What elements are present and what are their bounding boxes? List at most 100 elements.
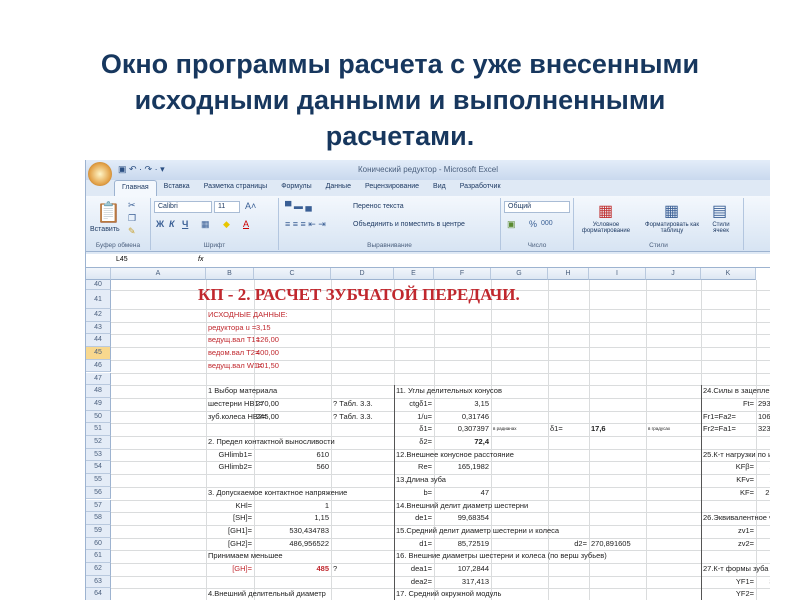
row-header-48[interactable]: 48 [86, 385, 111, 398]
cell[interactable]: 245,00 [254, 411, 281, 423]
cell[interactable]: d1= [394, 538, 434, 550]
cell[interactable]: 101,50 [254, 360, 281, 372]
column-header-I[interactable]: I [589, 268, 646, 280]
thousands-button[interactable]: 000 [541, 220, 553, 227]
cell[interactable]: 165,1982 [434, 461, 491, 473]
cell[interactable]: δ1= [548, 423, 565, 435]
cell[interactable]: ? [331, 563, 339, 575]
cell[interactable]: 107,2844 [434, 563, 491, 575]
cell[interactable]: 610 [254, 449, 331, 461]
cell[interactable]: 1 [254, 500, 331, 512]
cell[interactable]: в радианах [491, 423, 519, 435]
row-header-41[interactable]: 41 [86, 290, 111, 309]
cell[interactable]: 256 [756, 538, 770, 550]
column-header-C[interactable]: C [254, 268, 331, 280]
cell[interactable]: 3,15 [254, 322, 273, 334]
row-header-53[interactable]: 53 [86, 448, 111, 462]
cell[interactable]: Fr2=Fa1= [701, 423, 738, 435]
cell[interactable]: zv1= [701, 525, 756, 537]
column-header-D[interactable]: D [331, 268, 394, 280]
cell[interactable]: 2,001 [756, 487, 770, 499]
cell[interactable]: KF= [701, 487, 756, 499]
cell[interactable]: Ft= [701, 398, 756, 410]
cell[interactable]: 2. Предел контактной выносливости [206, 436, 337, 448]
row-header-55[interactable]: 55 [86, 474, 111, 487]
cell[interactable]: зуб.колеса HB2= [206, 411, 266, 423]
cell-styles-button[interactable]: Стили ячеек [704, 222, 738, 234]
cell[interactable]: GHlimb1= [206, 449, 254, 461]
cell[interactable]: 126,00 [254, 334, 281, 346]
column-header-K[interactable]: K [701, 268, 756, 280]
column-header-A[interactable]: A [111, 268, 206, 280]
cell[interactable]: 560 [254, 461, 331, 473]
spreadsheet-grid[interactable]: A B C D E F G H I J K 40 41 42 43 44 45 46 47 48 49 50 51 52 53 5… [86, 268, 770, 600]
cell[interactable]: 270,891605 [589, 538, 633, 550]
cell[interactable]: 1069,920957 [756, 411, 770, 423]
cell[interactable]: редуктора u = [206, 322, 256, 334]
cell[interactable]: в градусах [646, 423, 672, 435]
row-header-61[interactable]: 61 [86, 550, 111, 563]
cell[interactable]: 323,740206 [756, 423, 770, 435]
cell[interactable]: Принимаем меньшее [206, 550, 285, 562]
cell[interactable]: 1,15 [254, 512, 331, 524]
row-header-56[interactable]: 56 [86, 486, 111, 500]
cell[interactable]: ведущ.вал W1= [206, 360, 262, 372]
row-header-47[interactable]: 47 [86, 372, 111, 386]
cell[interactable]: ИСХОДНЫЕ ДАННЫЕ: [206, 309, 290, 321]
conditional-format-button[interactable]: Условное форматирование [576, 222, 636, 234]
cell[interactable]: 2939,625978 [756, 398, 770, 410]
cell[interactable]: Fr1=Fa2= [701, 411, 738, 423]
cell[interactable]: 24.Силы в зацеплении. [701, 385, 770, 397]
cell[interactable]: [GH2]= [206, 538, 254, 550]
cell[interactable]: 25.К-т нагрузки по изгибу [701, 449, 770, 461]
cell[interactable]: 26 [756, 525, 770, 537]
cell[interactable]: шестерни HB1= [206, 398, 263, 410]
font-size-select[interactable]: 11 [214, 201, 240, 213]
font-color-icon[interactable]: A [243, 219, 249, 229]
cell[interactable]: 47 [434, 487, 491, 499]
row-header-46[interactable]: 46 [86, 359, 111, 373]
row-header-42[interactable]: 42 [86, 309, 111, 322]
name-box[interactable]: L45 [116, 256, 128, 263]
wrap-text-button[interactable]: Перенос текста [353, 203, 404, 210]
cell[interactable]: 3,6 [756, 588, 770, 600]
cell[interactable]: 14.Внешний делит диаметр шестерни [394, 500, 530, 512]
cell[interactable]: d2= [548, 538, 589, 550]
paste-icon[interactable]: 📋 [96, 200, 121, 225]
cell[interactable]: ведом.вал T2= [206, 347, 259, 359]
row-header-57[interactable]: 57 [86, 499, 111, 513]
cell[interactable]: [SH]= [206, 512, 254, 524]
tab-5[interactable]: Рецензирование [358, 180, 426, 196]
cell[interactable]: 17. Средний окружной модуль [394, 588, 503, 600]
cell[interactable]: KFβ= [701, 461, 756, 473]
column-header-J[interactable]: J [646, 268, 701, 280]
row-header-54[interactable]: 54 [86, 461, 111, 475]
italic-button[interactable]: К [169, 219, 175, 229]
currency-icon[interactable]: ▣ [507, 219, 516, 230]
cell[interactable]: 0,307397 [434, 423, 491, 435]
tab-2[interactable]: Разметка страницы [197, 180, 275, 196]
fill-color-icon[interactable]: ◆ [223, 219, 230, 230]
cell[interactable]: 1/u= [394, 411, 434, 423]
cell[interactable]: ? Табл. 3.3. [331, 398, 375, 410]
tab-7[interactable]: Разработчик [453, 180, 508, 196]
cell[interactable]: ctgδ1= [394, 398, 434, 410]
row-header-49[interactable]: 49 [86, 397, 111, 411]
cell[interactable]: Re= [394, 461, 434, 473]
cell[interactable]: YF1= [701, 576, 756, 588]
cell[interactable]: KHl= [206, 500, 254, 512]
tab-3[interactable]: Формулы [274, 180, 318, 196]
cell[interactable]: dea2= [394, 576, 434, 588]
cell[interactable]: 486,956522 [254, 538, 331, 550]
cell[interactable]: δ2= [394, 436, 434, 448]
cell[interactable]: 485 [254, 563, 331, 575]
row-header-43[interactable]: 43 [86, 321, 111, 335]
select-all-corner[interactable] [86, 268, 111, 280]
cell[interactable]: ведущ.вал T1= [206, 334, 260, 346]
cell[interactable]: [GH]= [206, 563, 254, 575]
borders-icon[interactable]: ▦ [201, 219, 210, 230]
row-header-40[interactable]: 40 [86, 280, 111, 290]
cell[interactable]: 270,00 [254, 398, 281, 410]
cell[interactable]: ? Табл. 3.3. [331, 411, 375, 423]
fx-button[interactable]: fx [198, 256, 203, 263]
